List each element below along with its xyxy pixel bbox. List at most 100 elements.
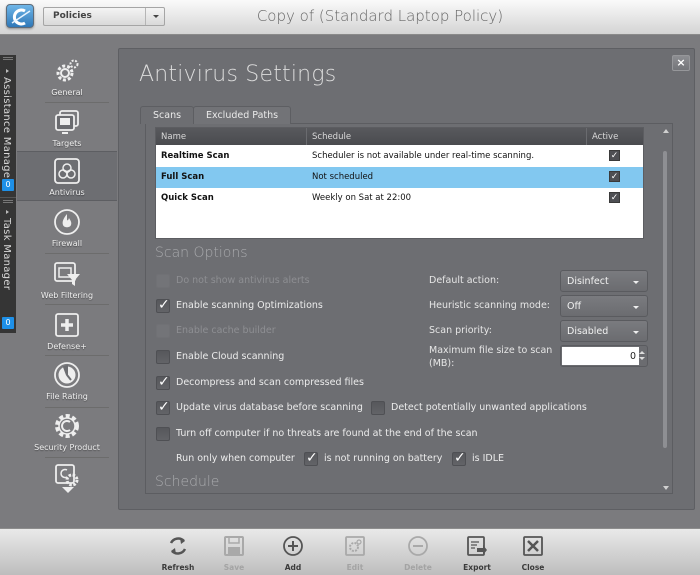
- export-icon: [467, 536, 487, 556]
- table-row[interactable]: Quick Scan Weekly on Sat at 22:00 ✓: [156, 188, 643, 209]
- max-file-size-input[interactable]: [562, 347, 639, 365]
- side-tab-assistance-manager[interactable]: Assistance Manager 0: [0, 55, 16, 195]
- nav-item-firewall[interactable]: Firewall: [17, 203, 117, 253]
- save-button[interactable]: Save: [209, 532, 259, 574]
- add-icon: [283, 536, 303, 556]
- checkbox-label: is IDLE: [472, 453, 505, 464]
- toolbar-label: Save: [223, 563, 245, 572]
- turn-off-computer-checkbox[interactable]: [156, 427, 170, 441]
- scroll-down-arrow-icon[interactable]: [62, 487, 74, 493]
- policies-dropdown[interactable]: Policies: [43, 7, 165, 26]
- scan-schedule: Scheduler is not available under real-ti…: [312, 151, 535, 161]
- checkbox-label: Enable Cloud scanning: [176, 351, 285, 362]
- active-checkbox[interactable]: ✓: [609, 192, 620, 203]
- export-button[interactable]: Export: [452, 532, 502, 574]
- side-tab-label: Assistance Manager: [1, 77, 12, 183]
- toolbar-label: Delete: [404, 563, 432, 572]
- nav-item-more-settings[interactable]: [17, 458, 117, 508]
- increment-icon[interactable]: [639, 351, 645, 354]
- scan-schedule: Weekly on Sat at 22:00: [312, 193, 412, 203]
- table-row[interactable]: Full Scan Not scheduled ✓: [156, 167, 643, 188]
- flame-icon: [54, 209, 80, 235]
- detect-pua-checkbox[interactable]: [371, 401, 385, 415]
- checkbox-label: Enable cache builder: [176, 325, 276, 336]
- checkbox-label: Update virus database before scanning: [176, 402, 363, 413]
- tab-scans[interactable]: Scans: [140, 106, 195, 124]
- nav-item-general[interactable]: General: [17, 52, 117, 102]
- scan-priority-label: Scan priority:: [429, 325, 492, 336]
- bottom-toolbar: Refresh Save Add Edit Delete Export Clos…: [0, 528, 700, 575]
- add-button[interactable]: Add: [268, 532, 318, 574]
- enable-cache-builder-checkbox[interactable]: [156, 324, 170, 338]
- app-logo-icon[interactable]: [6, 4, 34, 28]
- update-virus-db-checkbox[interactable]: ✓: [156, 399, 170, 415]
- column-header-name[interactable]: Name: [156, 128, 307, 145]
- delete-button[interactable]: Delete: [393, 532, 443, 574]
- enable-scanning-optimizations-checkbox[interactable]: ✓: [156, 297, 170, 313]
- settings-nav: General Targets Antivirus Firewall Web F…: [17, 50, 117, 520]
- active-checkbox[interactable]: ✓: [609, 171, 620, 182]
- column-header-active[interactable]: Active: [587, 128, 643, 145]
- nav-item-security-product[interactable]: Security Product: [17, 407, 117, 457]
- nav-item-label: Web Filtering: [40, 291, 94, 300]
- page-title: Antivirus Settings: [139, 62, 337, 87]
- save-icon: [224, 536, 244, 556]
- nav-item-defense-plus[interactable]: Defense+: [17, 306, 117, 356]
- side-tab-task-manager[interactable]: Task Manager 0: [0, 197, 16, 333]
- scan-options-heading: Scan Options: [155, 245, 248, 261]
- default-action-dropdown[interactable]: Disinfect: [560, 270, 648, 292]
- chevron-down-icon: [633, 281, 639, 284]
- nav-item-label: File Rating: [46, 392, 88, 401]
- nav-item-antivirus[interactable]: Antivirus: [17, 151, 117, 201]
- max-file-size-label: Maximum file size to scan: [429, 345, 553, 356]
- checkbox-label: Do not show antivirus alerts: [176, 275, 310, 286]
- table-row[interactable]: Realtime Scan Scheduler is not available…: [156, 146, 643, 167]
- edit-button[interactable]: Edit: [330, 532, 380, 574]
- toolbar-label: Add: [284, 563, 302, 572]
- toolbar-label: Export: [463, 563, 491, 572]
- grip-icon: [3, 200, 13, 203]
- column-header-schedule[interactable]: Schedule: [307, 128, 587, 145]
- active-checkbox[interactable]: ✓: [609, 150, 620, 161]
- edit-icon: [345, 536, 365, 556]
- title-bar: Policies Copy of (Standard Laptop Policy…: [0, 0, 700, 35]
- nav-item-targets[interactable]: Targets: [17, 103, 117, 153]
- divider: [45, 304, 109, 305]
- checkbox-label: Detect potentially unwanted applications: [391, 402, 587, 413]
- biohazard-icon: [54, 158, 80, 184]
- checkbox-label: Enable scanning Optimizations: [176, 300, 323, 311]
- refresh-icon: [169, 537, 187, 555]
- nav-item-label: Firewall: [51, 239, 83, 248]
- window-title: Copy of (Standard Laptop Policy): [256, 7, 504, 25]
- do-not-show-alerts-checkbox[interactable]: [156, 274, 170, 288]
- decompress-scan-checkbox[interactable]: ✓: [156, 374, 170, 390]
- close-button[interactable]: Close: [508, 532, 558, 574]
- max-file-size-stepper[interactable]: [560, 345, 648, 367]
- side-tab-label: Task Manager: [1, 218, 12, 291]
- scroll-down-icon[interactable]: [663, 486, 669, 490]
- checkbox-label: Turn off computer if no threats are foun…: [176, 428, 478, 439]
- checkbox-label: Decompress and scan compressed files: [176, 377, 364, 388]
- scan-priority-dropdown[interactable]: Disabled: [560, 320, 648, 342]
- scan-schedule: Not scheduled: [312, 172, 374, 182]
- max-file-size-unit-label: (MB):: [429, 358, 455, 369]
- dropdown-value: Disinfect: [567, 276, 609, 287]
- scrollbar-thumb[interactable]: [663, 151, 667, 448]
- heuristic-mode-dropdown[interactable]: Off: [560, 295, 648, 317]
- refresh-button[interactable]: Refresh: [153, 532, 203, 574]
- tab-excluded-paths[interactable]: Excluded Paths: [193, 106, 292, 124]
- checkbox-label: is not running on battery: [324, 453, 443, 464]
- dropdown-value: Off: [567, 301, 582, 312]
- toolbar-label: Refresh: [161, 563, 195, 572]
- not-on-battery-checkbox[interactable]: ✓: [304, 450, 318, 466]
- enable-cloud-scanning-checkbox[interactable]: [156, 350, 170, 364]
- scroll-up-icon[interactable]: [663, 129, 669, 133]
- nav-item-web-filtering[interactable]: Web Filtering: [17, 255, 117, 305]
- decrement-icon[interactable]: [639, 357, 645, 360]
- panel-close-button[interactable]: ×: [672, 55, 690, 71]
- is-idle-checkbox[interactable]: ✓: [452, 450, 466, 466]
- dropdown-value: Disabled: [567, 326, 609, 337]
- nav-item-file-rating[interactable]: File Rating: [17, 356, 117, 406]
- vertical-scrollbar[interactable]: [660, 125, 672, 493]
- side-tab-strip: Assistance Manager 0 Task Manager 0: [0, 55, 16, 333]
